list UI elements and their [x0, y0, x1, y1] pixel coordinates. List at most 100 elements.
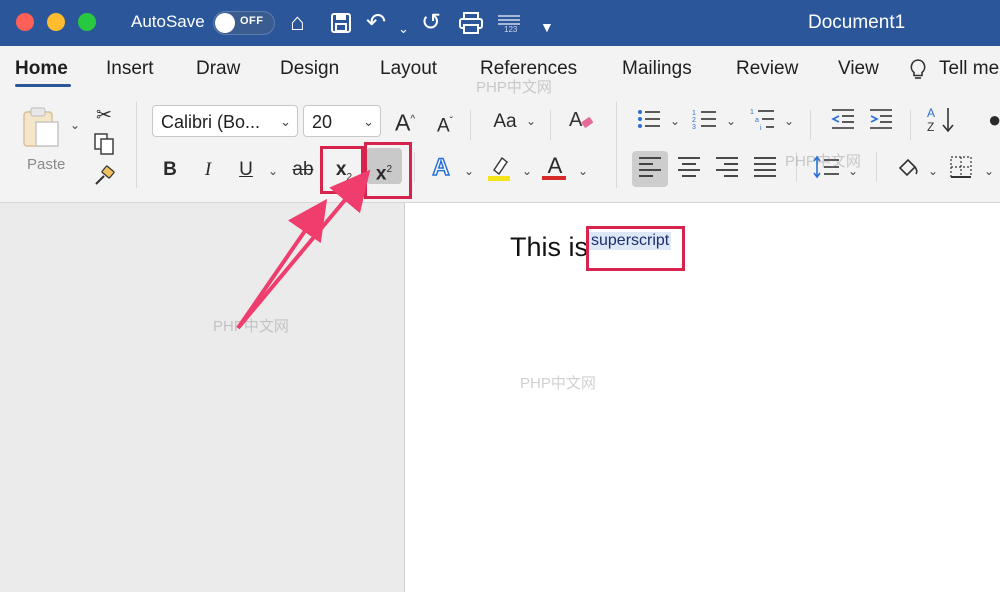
format-painter-icon[interactable]: [92, 164, 116, 197]
chevron-down-icon[interactable]: ⌄: [726, 114, 736, 128]
chevron-down-icon: ⌄: [280, 114, 291, 129]
align-right-icon[interactable]: [714, 154, 740, 189]
chevron-down-icon[interactable]: ⌄: [928, 164, 938, 178]
svg-text:1: 1: [750, 109, 754, 116]
show-marks-icon[interactable]: ●: [988, 106, 1000, 134]
svg-text:A: A: [569, 109, 583, 131]
watermark: PHP中文网: [520, 375, 596, 392]
watermark: PHP中文网: [785, 153, 861, 170]
chevron-down-icon[interactable]: ⌄: [670, 114, 680, 128]
separator: [910, 110, 911, 140]
chevron-down-icon[interactable]: ⌄: [464, 164, 474, 178]
grow-font-label: A: [394, 109, 411, 136]
print-icon[interactable]: [458, 8, 484, 42]
bold-button[interactable]: B: [160, 156, 180, 184]
change-case-button[interactable]: Aa: [490, 108, 520, 136]
borders-icon[interactable]: [948, 154, 974, 189]
font-size-value: 20: [312, 112, 333, 132]
separator: [470, 110, 471, 140]
superscript-text-highlight-box: [586, 226, 685, 271]
chevron-down-icon[interactable]: ⌄: [578, 164, 588, 178]
close-window-button[interactable]: [16, 13, 34, 31]
chevron-down-icon: ⌄: [363, 114, 374, 129]
tab-layout[interactable]: Layout: [380, 58, 437, 80]
font-name-combo[interactable]: Calibri (Bo... ⌄: [152, 105, 298, 137]
paste-label: Paste: [27, 156, 66, 173]
increase-indent-icon[interactable]: [868, 106, 894, 141]
ribbon-home: ⌄ Paste ✂ Calibri (Bo... ⌄ 20 ⌄ A^ Aˇ Aa…: [0, 94, 1000, 203]
underline-button[interactable]: U: [236, 156, 256, 184]
save-icon[interactable]: [330, 8, 352, 42]
separator: [616, 102, 617, 188]
svg-text:3: 3: [692, 124, 696, 131]
separator: [414, 152, 415, 182]
chevron-down-icon[interactable]: ⌄: [398, 14, 409, 44]
grow-font-button[interactable]: A^: [392, 106, 418, 137]
tab-home[interactable]: Home: [15, 58, 68, 80]
svg-text:A: A: [927, 106, 935, 120]
redo-icon[interactable]: ↺: [421, 8, 441, 38]
align-left-icon[interactable]: [637, 154, 663, 189]
copy-icon[interactable]: [92, 132, 116, 165]
strikethrough-button[interactable]: ab: [290, 156, 316, 184]
svg-text:Z: Z: [927, 120, 934, 134]
watermark: PHP中文网: [213, 318, 289, 335]
tab-mailings[interactable]: Mailings: [622, 58, 692, 80]
svg-text:123: 123: [504, 25, 518, 34]
align-center-icon[interactable]: [676, 154, 702, 189]
shrink-font-label: A: [436, 115, 450, 137]
italic-button[interactable]: I: [198, 156, 218, 184]
highlight-color-button[interactable]: [486, 154, 512, 191]
document-text[interactable]: This is: [510, 232, 588, 263]
multilevel-list-icon[interactable]: 1ai: [750, 106, 776, 141]
document-title: Document1: [808, 12, 906, 33]
more-commands-icon[interactable]: ▼: [540, 12, 554, 42]
shrink-font-button[interactable]: Aˇ: [432, 108, 458, 140]
tab-view[interactable]: View: [838, 58, 879, 80]
decrease-indent-icon[interactable]: [830, 106, 856, 141]
separator: [876, 152, 877, 182]
autosave-toggle[interactable]: OFF: [213, 11, 275, 35]
paste-options-chevron-icon[interactable]: ⌄: [70, 118, 80, 132]
tab-draw[interactable]: Draw: [196, 58, 240, 80]
tab-tell-me[interactable]: Tell me: [939, 58, 999, 80]
separator: [136, 102, 137, 188]
chevron-down-icon[interactable]: ⌄: [526, 114, 536, 128]
minimize-window-button[interactable]: [47, 13, 65, 31]
numbering-icon[interactable]: 123: [692, 106, 718, 141]
font-color-button[interactable]: A: [542, 152, 568, 180]
cut-icon[interactable]: ✂: [92, 102, 116, 130]
document-page[interactable]: [405, 203, 1000, 592]
svg-text:2: 2: [692, 117, 696, 124]
customize-icon[interactable]: 123: [496, 8, 522, 42]
paste-button[interactable]: [20, 106, 64, 152]
home-icon[interactable]: ⌂: [290, 8, 305, 38]
justify-icon[interactable]: [752, 154, 778, 189]
chevron-down-icon[interactable]: ⌄: [984, 164, 994, 178]
title-bar: AutoSave OFF ⌂ ↶ ⌄ ↺ 123 ▼ Document1: [0, 0, 1000, 46]
autosave-state: OFF: [240, 15, 264, 27]
clear-formatting-button[interactable]: A: [566, 106, 596, 141]
undo-icon[interactable]: ↶: [366, 8, 386, 38]
left-gutter: [0, 203, 405, 592]
tab-review[interactable]: Review: [736, 58, 798, 80]
svg-text:a: a: [755, 117, 759, 124]
tab-design[interactable]: Design: [280, 58, 339, 80]
chevron-down-icon[interactable]: ⌄: [784, 114, 794, 128]
font-color-label: A: [547, 153, 563, 178]
sort-button[interactable]: AZ: [926, 104, 958, 143]
zoom-window-button[interactable]: [78, 13, 96, 31]
subscript-highlight-box: [320, 146, 364, 194]
autosave-label: AutoSave: [131, 12, 205, 31]
font-name-value: Calibri (Bo...: [161, 112, 261, 132]
watermark: PHP中文网: [476, 79, 552, 96]
chevron-down-icon[interactable]: ⌄: [522, 164, 532, 178]
shading-icon[interactable]: [894, 154, 920, 189]
text-effects-button[interactable]: A: [428, 153, 454, 182]
tab-insert[interactable]: Insert: [106, 58, 154, 80]
chevron-down-icon[interactable]: ⌄: [268, 164, 278, 178]
lightbulb-icon[interactable]: [908, 58, 928, 88]
bullets-icon[interactable]: [636, 106, 662, 141]
font-size-combo[interactable]: 20 ⌄: [303, 105, 381, 137]
svg-text:i: i: [760, 125, 762, 132]
